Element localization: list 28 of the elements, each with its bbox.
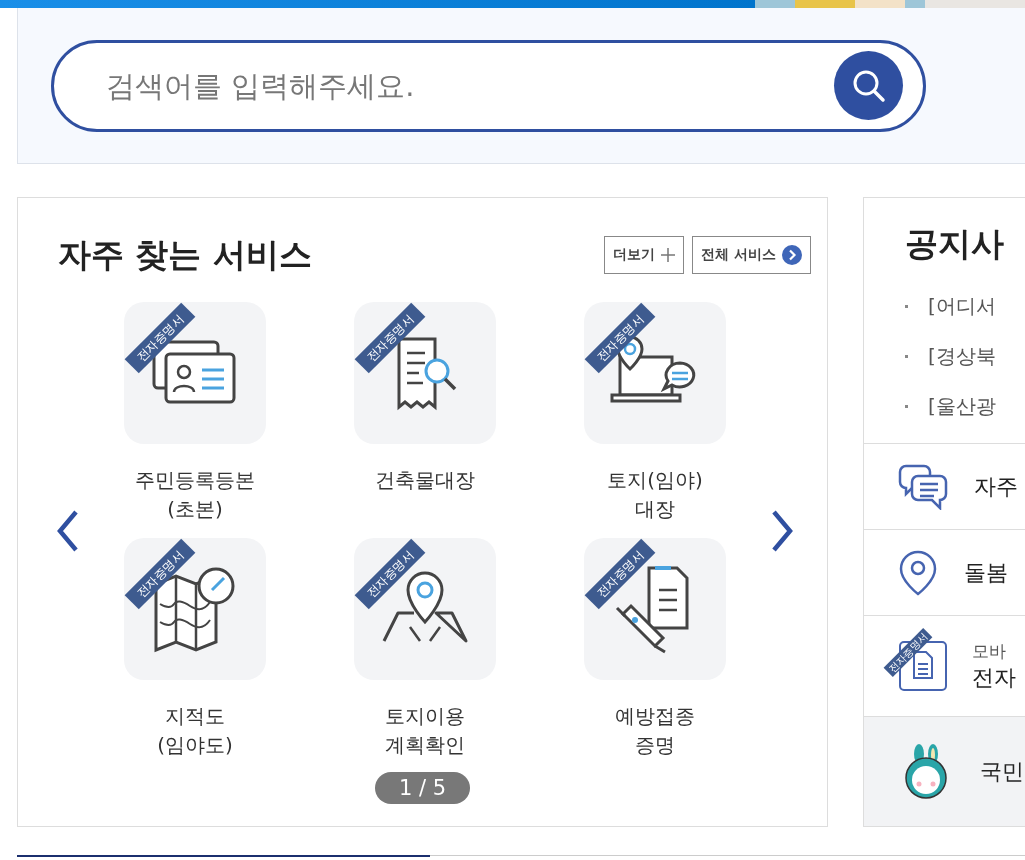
- notice-title: 공지사: [905, 223, 1005, 265]
- notice-item[interactable]: [울산광: [928, 392, 996, 420]
- search-field[interactable]: 검색어를 입력해주세요.: [104, 67, 834, 104]
- service-label[interactable]: 건축물대장: [375, 466, 475, 495]
- service-label[interactable]: 지적도 (임야도): [157, 702, 233, 760]
- quick-link[interactable]: 자주: [864, 444, 1025, 530]
- notice-item[interactable]: [경상북: [928, 342, 996, 370]
- search-bar[interactable]: 검색어를 입력해주세요.: [51, 39, 926, 132]
- link-caption: 모바: [972, 639, 1007, 663]
- service-label[interactable]: 예방접종 증명: [615, 702, 695, 760]
- service-label[interactable]: 주민등록등본 (초본): [135, 466, 255, 524]
- all-services-button[interactable]: 전체 서비스: [692, 236, 811, 274]
- chevron-right-icon: [782, 245, 802, 265]
- service-label[interactable]: 토지(임야) 대장: [607, 466, 703, 524]
- location-pin-icon: [898, 549, 938, 596]
- link-label: 자주: [974, 472, 1018, 501]
- plus-icon: [661, 248, 676, 262]
- link-label: 돌봄: [964, 558, 1008, 587]
- notice-item[interactable]: [어디서: [928, 292, 996, 320]
- link-label: 국민: [980, 757, 1024, 786]
- section-title: 자주 찾는 서비스: [58, 233, 312, 276]
- link-label: 전자: [972, 663, 1016, 692]
- more-button[interactable]: 더보기: [604, 236, 685, 274]
- service-label[interactable]: 토지이용 계획확인: [385, 702, 465, 760]
- quick-link[interactable]: 돌봄: [864, 530, 1025, 616]
- chat-bubbles-icon: [898, 463, 948, 510]
- page-indicator: 1 / 5: [374, 772, 471, 804]
- quick-link[interactable]: 국민: [864, 717, 1025, 826]
